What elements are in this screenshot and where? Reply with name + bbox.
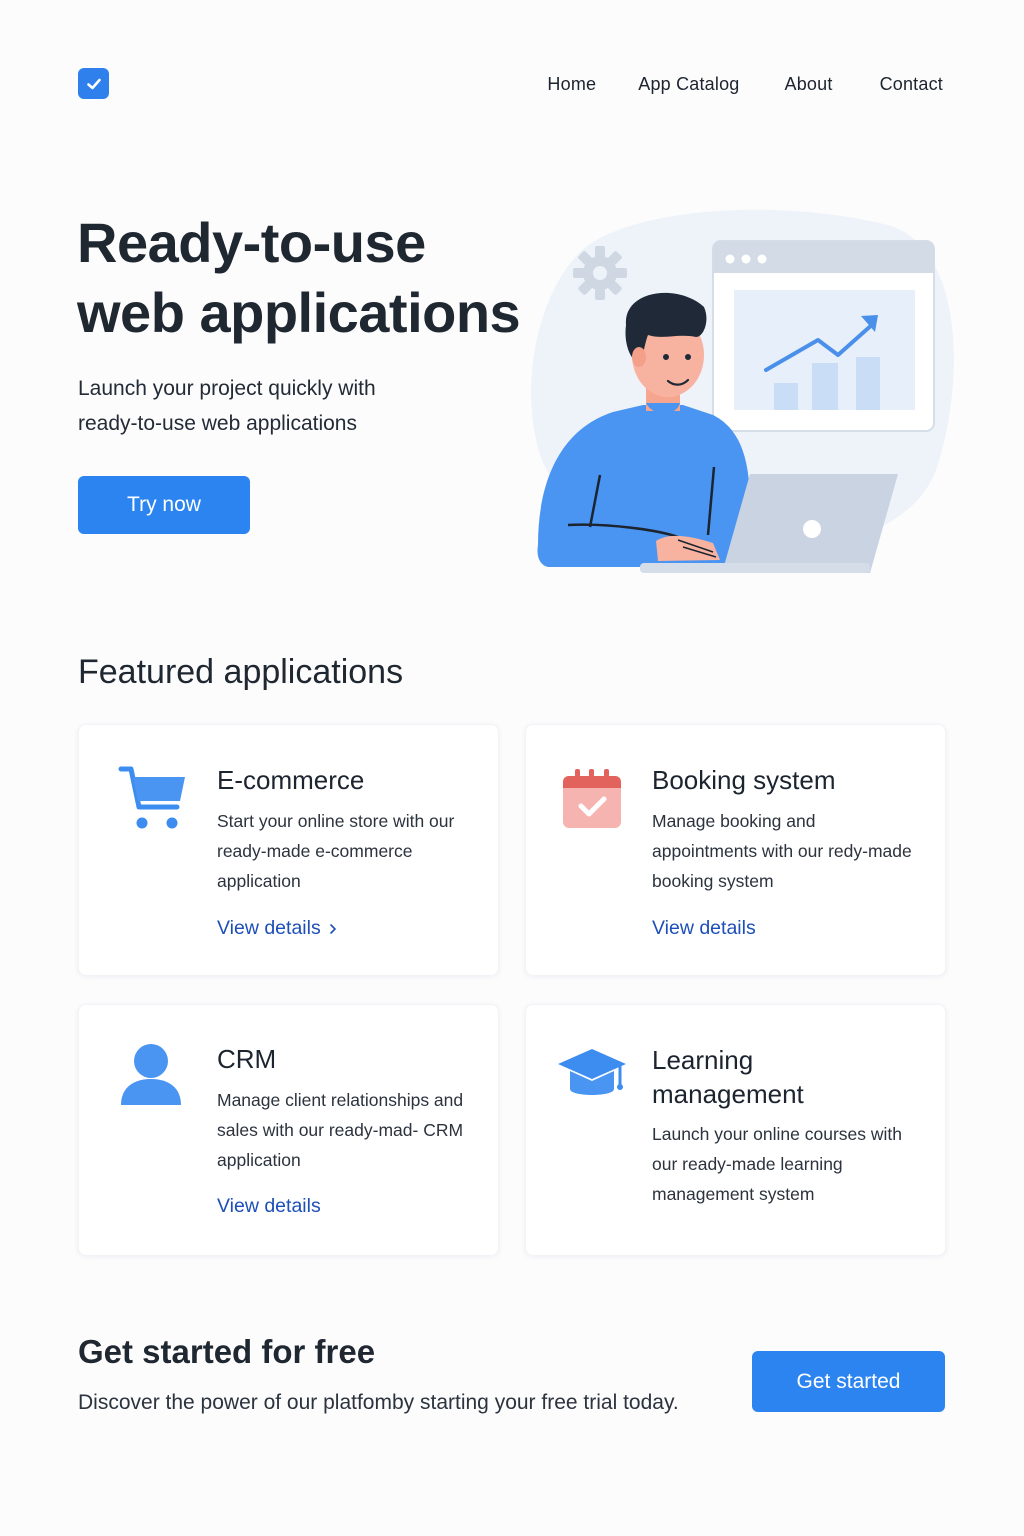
try-now-button[interactable]: Try now (78, 476, 250, 534)
nav-about[interactable]: About (785, 72, 833, 96)
get-started-button[interactable]: Get started (752, 1351, 945, 1412)
hero-subtitle: Launch your project quickly with ready-t… (78, 377, 376, 435)
view-details-link[interactable]: View details (652, 917, 756, 940)
view-details-label: View details (217, 1195, 321, 1217)
featured-title: Featured applications (78, 653, 404, 691)
card-description: Start your online store with our ready-m… (217, 811, 455, 891)
nav-contact[interactable]: Contact (880, 72, 943, 96)
view-details-label: View details (652, 917, 756, 939)
card-description: Manage client relationships and sales wi… (217, 1090, 464, 1170)
hero-illustration (531, 209, 954, 573)
view-details-link[interactable]: View details (217, 1195, 321, 1218)
cta-subtitle: Discover the power of our platfomby star… (78, 1391, 679, 1414)
app-card-crm[interactable]: CRM Manage client relationships and sale… (78, 1004, 499, 1256)
card-title: E-commerce (217, 765, 365, 795)
view-details-link[interactable]: View details (217, 917, 337, 940)
app-card-learning[interactable]: Learning management Launch your online c… (525, 1004, 946, 1256)
app-card-ecommerce[interactable]: E-commerce Start your online store with … (78, 724, 499, 976)
card-title: CRM (217, 1044, 277, 1074)
logo[interactable] (78, 68, 109, 99)
chevron-right-icon (329, 923, 336, 934)
cart-icon (118, 766, 185, 829)
nav-home[interactable]: Home (547, 72, 596, 96)
app-card-booking[interactable]: Booking system Manage booking and appoin… (525, 724, 946, 976)
card-title: Booking system (652, 765, 836, 795)
card-description: Manage booking and appointments with our… (652, 811, 912, 891)
graduation-cap-icon (558, 1049, 626, 1095)
nav-app-catalog[interactable]: App Catalog (638, 72, 739, 96)
card-title: Learning management (652, 1045, 804, 1109)
main-nav: Home App Catalog About Contact (547, 72, 943, 96)
user-icon (121, 1044, 181, 1105)
card-description: Launch your online courses with our read… (652, 1124, 903, 1204)
cta-title: Get started for free (78, 1333, 376, 1370)
hero-title: Ready-to-use web applications (77, 211, 521, 344)
check-icon (86, 78, 101, 89)
view-details-label: View details (217, 917, 321, 939)
gear-icon (573, 246, 627, 300)
calendar-icon (563, 769, 621, 828)
browser-window-graphic (712, 240, 935, 432)
